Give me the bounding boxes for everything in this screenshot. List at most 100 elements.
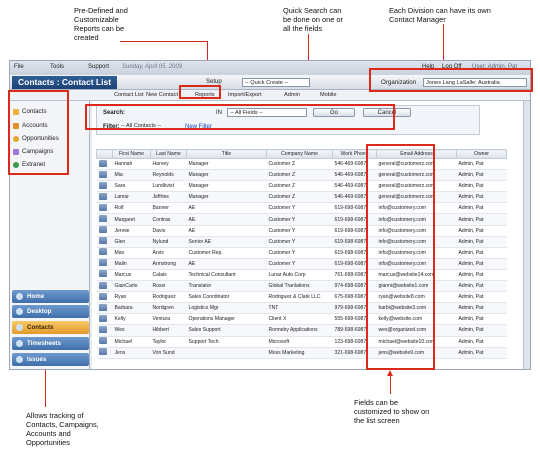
table-row[interactable]: Jens Von Sund Moss Marketing 321-698-6987 je… (96, 347, 507, 359)
table-row[interactable]: Wes Hibbert Sales Support Ronneby Applicati… (96, 324, 507, 337)
table-row[interactable]: Glen Nylund Senior AE Customer Y 619-698-698… (96, 236, 507, 248)
cell-owner: Admin, Pat (456, 236, 507, 248)
contact-card-icon[interactable] (98, 292, 107, 300)
cell-title: AE (186, 225, 267, 237)
cell-last-name: Ventura (150, 313, 187, 326)
tab-mobile[interactable]: Mobile (320, 92, 336, 98)
callout-line: Reports can be (74, 24, 125, 33)
cell-last-name: Nylund (150, 236, 187, 248)
cell-owner: Admin, Pat (456, 169, 507, 182)
row-icon-cell (96, 291, 113, 304)
cell-first-name: Jennie (112, 225, 151, 237)
tab-contact-list[interactable]: Contact List (114, 92, 144, 98)
cell-title: Manager (186, 169, 267, 182)
tab-import-export[interactable]: Import/Export (228, 92, 262, 98)
vertical-scrollbar[interactable] (523, 101, 530, 369)
table-row[interactable]: Kelly Ventura Operations Manager Client X 55… (96, 313, 507, 326)
contact-card-icon[interactable] (98, 270, 107, 278)
cell-owner: Admin, Pat (456, 313, 507, 326)
contact-card-icon[interactable] (98, 203, 107, 211)
contact-card-icon[interactable] (98, 170, 107, 178)
contact-card-icon[interactable] (98, 159, 107, 167)
table-row[interactable]: Hannah Harvey Manager Customer Z 546-469-698… (96, 158, 507, 171)
cell-company: Customer Z (266, 158, 333, 171)
contact-card-icon[interactable] (98, 192, 107, 200)
cell-first-name: GianCarlo (112, 280, 151, 293)
cell-title (186, 347, 267, 359)
cell-owner: Admin, Pat (456, 225, 507, 237)
contact-card-icon[interactable] (98, 281, 107, 289)
row-icon-cell (96, 313, 113, 326)
contact-card-icon[interactable] (98, 181, 107, 189)
row-icon-cell (96, 236, 113, 248)
contact-card-icon[interactable] (98, 215, 107, 223)
nav-issues[interactable]: Issues (12, 353, 89, 366)
table-row[interactable]: GianCarlo Rossi Translator Global Tranlatio… (96, 280, 507, 293)
cell-company: Moss Marketing (266, 347, 333, 359)
header-owner[interactable]: Owner (456, 149, 507, 159)
table-row[interactable]: Marcus Calais Technical Consultant Lunar Au… (96, 269, 507, 282)
contact-table: First Name Last Name Title Company Name … (96, 149, 507, 359)
cell-owner: Admin, Pat (456, 336, 507, 348)
row-icon-cell (96, 258, 113, 270)
table-row[interactable]: Rolf Banner AE Customer Y 619-698-6987 info@c… (96, 202, 507, 215)
contact-card-icon[interactable] (98, 337, 107, 345)
cell-company: Customer Y (266, 247, 333, 259)
callout-line: Allows tracking of (26, 411, 84, 420)
contact-card-icon[interactable] (98, 325, 107, 333)
row-icon-cell (96, 269, 113, 282)
table-row[interactable]: Mia Reynolds Manager Customer Z 546-469-6987… (96, 169, 507, 182)
table-row[interactable]: Ryan Rodriguez Sales Coordinator Rodriguez … (96, 291, 507, 304)
callout-line: Contacts, Campaigns, (26, 420, 99, 429)
table-row[interactable]: Sara Lundkvist Manager Customer Z 546-469-69… (96, 180, 507, 193)
cell-last-name: Banner (150, 202, 187, 215)
contact-card-icon[interactable] (98, 348, 107, 356)
cell-title: Senior AE (186, 236, 267, 248)
menu-support[interactable]: Support (88, 64, 109, 70)
cell-last-name: Harvey (150, 158, 187, 171)
contact-card-icon[interactable] (98, 248, 107, 256)
nav-contacts[interactable]: Contacts (12, 321, 89, 334)
table-row[interactable]: Jennie Davis AE Customer Y 619-698-6987 info@… (96, 225, 507, 237)
cell-last-name: Nordgren (150, 302, 187, 315)
nav-timesheets[interactable]: Timesheets (12, 337, 89, 350)
table-row[interactable]: Lamar Jeffries Manager Customer Z 546-469-69… (96, 191, 507, 204)
callout-line: Fields can be (354, 398, 398, 407)
cell-owner: Admin, Pat (456, 202, 507, 215)
cell-title: Sales Support (186, 324, 267, 337)
nav-label: Timesheets (27, 340, 61, 347)
contact-card-icon[interactable] (98, 259, 107, 267)
contact-card-icon[interactable] (98, 237, 107, 245)
quick-create-select[interactable]: -- Quick Create -- (242, 78, 310, 87)
menu-tools[interactable]: Tools (50, 64, 64, 70)
nav-label: Home (27, 293, 45, 300)
table-row[interactable]: Barbara Nordgren Logistics Mgr TNT 979-698-6… (96, 302, 507, 315)
callout-line: customized to show on (354, 407, 430, 416)
cell-last-name: Contras (150, 213, 187, 226)
header-last-name[interactable]: Last Name (150, 149, 187, 159)
header-company[interactable]: Company Name (266, 149, 333, 159)
header-icon-col (96, 149, 113, 159)
table-row[interactable]: Max Arvis Customer Rep. Customer Y 619-698-6… (96, 247, 507, 259)
contact-card-icon[interactable] (98, 226, 107, 234)
cell-company: Lunar Auto Corp (266, 269, 333, 282)
callout-line: be done on one or (283, 15, 343, 24)
cell-first-name: Wes (112, 324, 151, 337)
highlight-search (85, 104, 395, 130)
nav-home[interactable]: Home (12, 290, 89, 303)
tab-new-contact[interactable]: New Contact (146, 92, 178, 98)
contact-card-icon[interactable] (98, 303, 107, 311)
menu-file[interactable]: File (14, 64, 24, 70)
table-row[interactable]: Michael Taylor Support Tech. Microsoft 123-6… (96, 336, 507, 348)
row-icon-cell (96, 225, 113, 237)
table-row[interactable]: Margaret Contras AE Customer Y 619-698-6987 i… (96, 213, 507, 226)
cell-owner: Admin, Pat (456, 291, 507, 304)
nav-desktop[interactable]: Desktop (12, 305, 89, 318)
contact-card-icon[interactable] (98, 314, 107, 322)
table-row[interactable]: Malin Armstrong AE Customer Y 619-698-6987 in… (96, 258, 507, 270)
callout-tracking: Allows tracking of Contacts, Campaigns, … (26, 411, 99, 447)
callout-reports: Pre-Defined and Customizable Reports can… (74, 6, 128, 42)
header-first-name[interactable]: First Name (112, 149, 151, 159)
header-title[interactable]: Title (186, 149, 267, 159)
tab-admin[interactable]: Admin (284, 92, 300, 98)
